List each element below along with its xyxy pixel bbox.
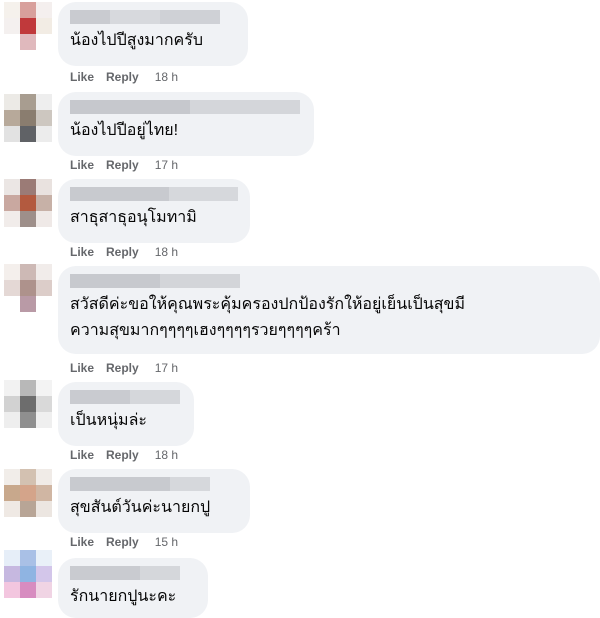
comment-text: เป็นหนุ่มล่ะ (70, 412, 147, 429)
commenter-name-blurred[interactable] (70, 274, 588, 288)
comment-bubble: สุขสันต์วันค่ะนายกปู (58, 469, 250, 533)
comment-text: สาธุสาธุอนุโมทามิ (70, 209, 197, 226)
avatar[interactable] (4, 179, 52, 227)
comment-actions: Like Reply 17 h (70, 158, 178, 172)
comment-bubble: เป็นหนุ่มล่ะ (58, 382, 194, 446)
reply-button[interactable]: Reply (106, 158, 139, 172)
comment-bubble: รักนายกปูนะคะ (58, 558, 208, 618)
commenter-name-blurred[interactable] (70, 390, 182, 404)
commenter-name-blurred[interactable] (70, 187, 238, 201)
comment-actions: Like Reply 15 h (70, 535, 178, 549)
comment-text: สวัสดีค่ะขอให้คุณพระคุ้มครองปกป้องรักให้… (70, 296, 465, 339)
reply-button[interactable]: Reply (106, 245, 139, 259)
avatar[interactable] (4, 469, 52, 517)
reply-button[interactable]: Reply (106, 448, 139, 462)
comment-text: น้องไปปีอยู่ไทย! (70, 122, 179, 139)
avatar[interactable] (4, 264, 52, 312)
reply-button[interactable]: Reply (106, 361, 139, 375)
avatar[interactable] (4, 380, 52, 428)
commenter-name-blurred[interactable] (70, 100, 302, 114)
comment-text: รักนายกปูนะคะ (70, 588, 177, 605)
like-button[interactable]: Like (70, 448, 94, 462)
comment-timestamp[interactable]: 18 h (155, 448, 178, 462)
comment-bubble: สวัสดีค่ะขอให้คุณพระคุ้มครองปกป้องรักให้… (58, 266, 600, 354)
comment-actions: Like Reply 18 h (70, 70, 178, 84)
comment-actions: Like Reply 18 h (70, 448, 178, 462)
commenter-name-blurred[interactable] (70, 10, 236, 24)
comment-timestamp[interactable]: 17 h (155, 361, 178, 375)
like-button[interactable]: Like (70, 158, 94, 172)
comment-bubble: สาธุสาธุอนุโมทามิ (58, 179, 250, 243)
comment-timestamp[interactable]: 15 h (155, 535, 178, 549)
comment-bubble: น้องไปปีสูงมากครับ (58, 2, 248, 66)
like-button[interactable]: Like (70, 245, 94, 259)
reply-button[interactable]: Reply (106, 535, 139, 549)
commenter-name-blurred[interactable] (70, 566, 196, 580)
comment-actions: Like Reply 17 h (70, 361, 178, 375)
like-button[interactable]: Like (70, 361, 94, 375)
like-button[interactable]: Like (70, 535, 94, 549)
comment-text: สุขสันต์วันค่ะนายกปู (70, 499, 211, 516)
like-button[interactable]: Like (70, 70, 94, 84)
avatar[interactable] (4, 94, 52, 142)
comment-timestamp[interactable]: 18 h (155, 70, 178, 84)
commenter-name-blurred[interactable] (70, 477, 238, 491)
avatar[interactable] (4, 550, 52, 598)
avatar[interactable] (4, 2, 52, 50)
comment-timestamp[interactable]: 18 h (155, 245, 178, 259)
comment-text: น้องไปปีสูงมากครับ (70, 32, 203, 49)
reply-button[interactable]: Reply (106, 70, 139, 84)
comment-bubble: น้องไปปีอยู่ไทย! (58, 92, 314, 156)
comment-timestamp[interactable]: 17 h (155, 158, 178, 172)
comment-actions: Like Reply 18 h (70, 245, 178, 259)
